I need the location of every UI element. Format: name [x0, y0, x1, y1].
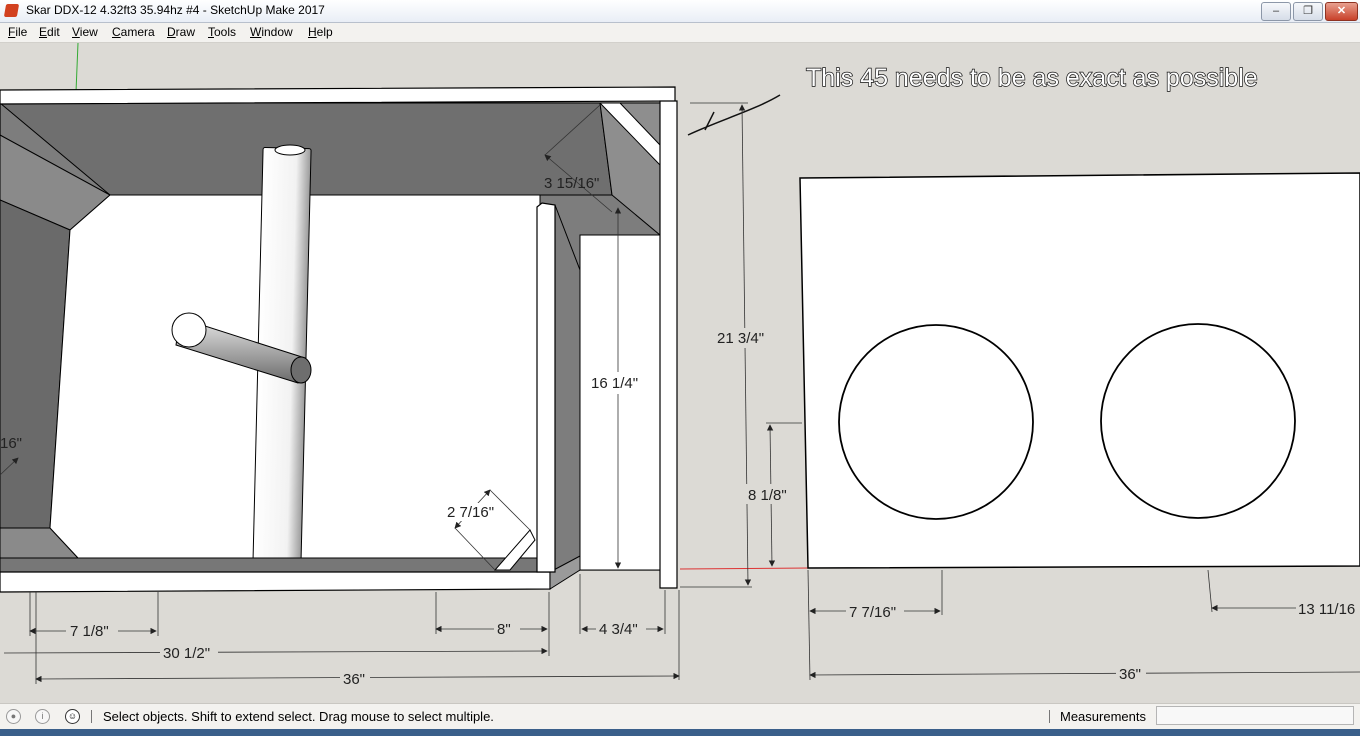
dim-baffle-length: 36" [1119, 666, 1141, 683]
maximize-button[interactable]: ❐ [1293, 2, 1323, 21]
close-button[interactable]: ✕ [1325, 2, 1358, 21]
minimize-button[interactable]: – [1261, 2, 1291, 21]
menu-edit[interactable]: Edit [39, 25, 60, 39]
window-title: Skar DDX-12 4.32ft3 35.94hz #4 - SketchU… [26, 3, 325, 17]
menu-view[interactable]: View [72, 25, 98, 39]
dim-divider-height: 16 1/4" [591, 375, 638, 392]
speaker-hole-2 [1100, 323, 1296, 519]
sketchup-app-icon [3, 4, 20, 17]
dim-overall-height: 21 3/4" [717, 330, 764, 347]
model-viewport[interactable]: This 45 needs to be as exact as possible… [0, 43, 1360, 698]
vertical-divider [536, 202, 556, 573]
horizontal-dowel-end [171, 312, 207, 348]
geolocation-icon[interactable]: ● [6, 709, 21, 724]
annotation-arc [687, 94, 781, 136]
horizontal-dowel-back-end [290, 356, 312, 384]
port-back-face [579, 234, 661, 571]
dim-line-inner-length [3, 647, 548, 655]
divider-side-shade [551, 204, 581, 573]
os-taskbar [0, 729, 1360, 736]
dim-left-partial: 16" [0, 435, 22, 452]
dim-port-left: 7 1/8" [70, 623, 109, 640]
dim-line-baffle-length [809, 671, 1360, 679]
user-account-icon[interactable]: ☺ [65, 709, 80, 724]
dim-ext [807, 569, 811, 681]
red-axis [679, 567, 811, 570]
credits-icon[interactable]: i [35, 709, 50, 724]
bottom-inner-shade [0, 557, 541, 573]
annotation-tick [704, 111, 715, 131]
dim-overall-length: 36" [343, 671, 365, 688]
menu-bar: File Edit View Camera Draw Tools Window … [0, 23, 1360, 43]
dim-port-width: 4 3/4" [599, 621, 638, 638]
status-message: Select objects. Shift to extend select. … [103, 709, 494, 724]
annotation-text: This 45 needs to be as exact as possible [806, 64, 1258, 92]
menu-file[interactable]: File [8, 25, 27, 39]
top-panel [0, 86, 676, 105]
menu-help[interactable]: Help [308, 25, 333, 39]
right-side-panel [659, 100, 678, 589]
measurements-input[interactable] [1156, 706, 1354, 725]
menu-draw[interactable]: Draw [167, 25, 195, 39]
menu-camera[interactable]: Camera [112, 25, 155, 39]
measurements-divider [1049, 710, 1050, 723]
speaker-hole-1 [838, 324, 1034, 520]
title-bar: Skar DDX-12 4.32ft3 35.94hz #4 - SketchU… [0, 0, 1360, 23]
menu-tools[interactable]: Tools [208, 25, 236, 39]
dim-inner-length: 30 1/2" [163, 645, 210, 662]
dim-ext [1207, 569, 1213, 613]
measurements-label: Measurements [1060, 709, 1146, 724]
status-divider [91, 710, 92, 723]
bottom-panel [0, 571, 551, 593]
dim-miter-width: 3 15/16" [544, 175, 599, 192]
green-axis [75, 43, 79, 93]
vertical-dowel-end [274, 144, 306, 156]
dim-brace-width: 2 7/16" [447, 504, 494, 521]
model-drawing: This 45 needs to be as exact as possible… [0, 43, 1360, 688]
dim-hole-offset-right: 13 11/16 [1298, 601, 1355, 618]
dim-hole-offset-left: 7 7/16" [849, 604, 896, 621]
dim-chamber-8: 8" [497, 621, 511, 638]
status-bar: ● i ☺ Select objects. Shift to extend se… [0, 703, 1360, 729]
menu-window[interactable]: Window [250, 25, 293, 39]
dim-hole-center-height: 8 1/8" [748, 487, 787, 504]
